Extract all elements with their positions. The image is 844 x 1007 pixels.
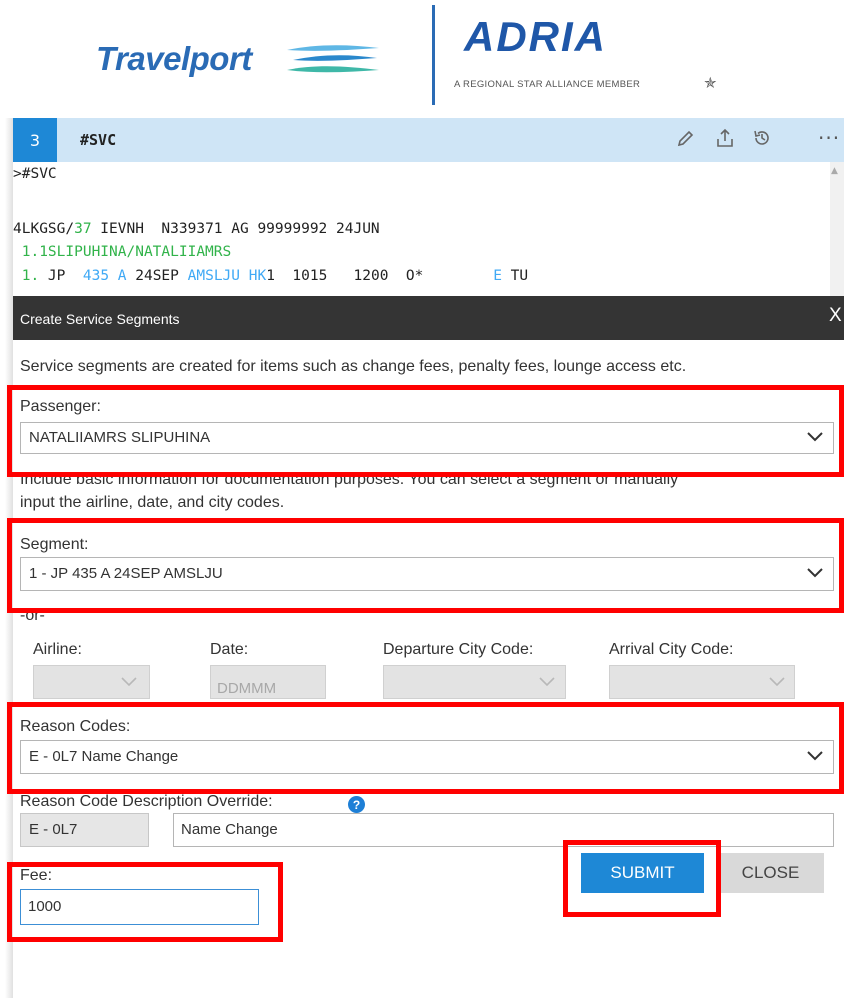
highlight-fee [7, 862, 283, 942]
dialog-title: Create Service Segments [20, 311, 180, 327]
share-upload-icon[interactable] [715, 128, 735, 153]
travelport-swoosh-icon [287, 45, 379, 73]
chevron-down-icon [769, 677, 785, 687]
arrival-city-label: Arrival City Code: [609, 641, 734, 658]
star-alliance-icon: ✯ [704, 74, 717, 92]
highlight-reason-codes [7, 702, 844, 794]
terminal-line-4: 1. JP 435 A 24SEP AMSLJU HK1 1015 1200 O… [13, 268, 529, 284]
override-description-value: Name Change [181, 821, 278, 838]
terminal-line-1: >#SVC [13, 166, 57, 182]
override-code-value: E - 0L7 [29, 821, 78, 838]
airline-label: Airline: [33, 641, 82, 658]
highlight-passenger [7, 385, 844, 477]
highlight-submit [563, 840, 721, 917]
help-icon[interactable]: ? [348, 796, 365, 813]
dialog-intro-text: Service segments are created for items s… [20, 358, 687, 375]
more-icon[interactable]: ··· [818, 126, 840, 150]
logo-divider [432, 5, 435, 105]
terminal-line-2: 4LKGSG/37 IEVNH N339371 AG 99999992 24JU… [13, 221, 380, 237]
adria-logo: ADRIA [464, 13, 607, 60]
adria-tagline: A REGIONAL STAR ALLIANCE MEMBER [454, 79, 641, 90]
travelport-logo: Travelport [96, 40, 252, 77]
info-text-line-2: input the airline, date, and city codes. [20, 494, 285, 511]
history-icon[interactable] [752, 128, 772, 153]
terminal-tab-title: #SVC [80, 131, 117, 149]
close-button[interactable]: CLOSE [717, 853, 824, 893]
close-icon[interactable]: X [829, 305, 842, 327]
override-label: Reason Code Description Override: [20, 793, 273, 810]
chevron-down-icon [539, 677, 555, 687]
highlight-segment [7, 518, 844, 613]
scroll-up-icon[interactable]: ▲ [831, 166, 838, 176]
terminal-tab-number[interactable]: 3 [13, 118, 57, 162]
pencil-icon[interactable] [676, 128, 696, 153]
terminal-line-3: 1.1SLIPUHINA/NATALIIAMRS [13, 244, 232, 260]
chevron-down-icon [121, 677, 137, 687]
date-label: Date: [210, 641, 249, 658]
date-placeholder: DDMMM [217, 680, 277, 697]
terminal-scrollbar[interactable] [830, 162, 844, 310]
departure-city-label: Departure City Code: [383, 641, 534, 658]
